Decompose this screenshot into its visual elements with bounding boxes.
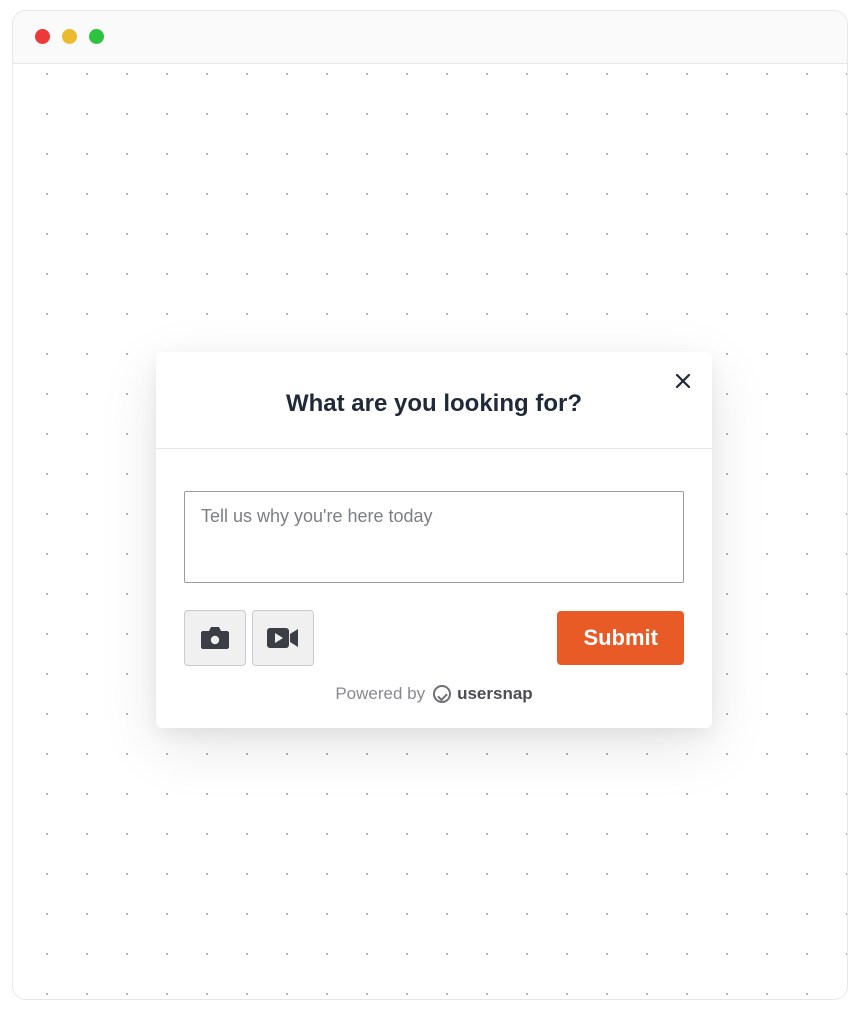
- attachment-group: [184, 610, 314, 666]
- window-zoom-dot[interactable]: [89, 29, 104, 44]
- brand-link[interactable]: usersnap: [433, 684, 533, 704]
- modal-actions: Submit: [156, 588, 712, 666]
- modal-footer: Powered by usersnap: [156, 666, 712, 728]
- window-minimize-dot[interactable]: [62, 29, 77, 44]
- window-titlebar: [13, 11, 847, 61]
- feedback-textarea[interactable]: [184, 491, 684, 583]
- screenshot-button[interactable]: [184, 610, 246, 666]
- modal-body: [156, 449, 712, 588]
- modal-header: What are you looking for?: [156, 352, 712, 449]
- submit-button[interactable]: Submit: [557, 611, 684, 665]
- video-icon: [266, 626, 300, 650]
- record-video-button[interactable]: [252, 610, 314, 666]
- powered-by-label: Powered by: [335, 684, 425, 704]
- brand-name: usersnap: [457, 684, 533, 704]
- camera-icon: [200, 625, 230, 651]
- dotted-canvas: What are you looking for?: [13, 63, 847, 999]
- window-close-dot[interactable]: [35, 29, 50, 44]
- close-icon: [674, 372, 692, 390]
- feedback-modal: What are you looking for?: [156, 352, 712, 728]
- app-window: What are you looking for?: [12, 10, 848, 1000]
- brand-logo-icon: [433, 685, 451, 703]
- close-button[interactable]: [668, 366, 698, 396]
- modal-title: What are you looking for?: [176, 390, 692, 418]
